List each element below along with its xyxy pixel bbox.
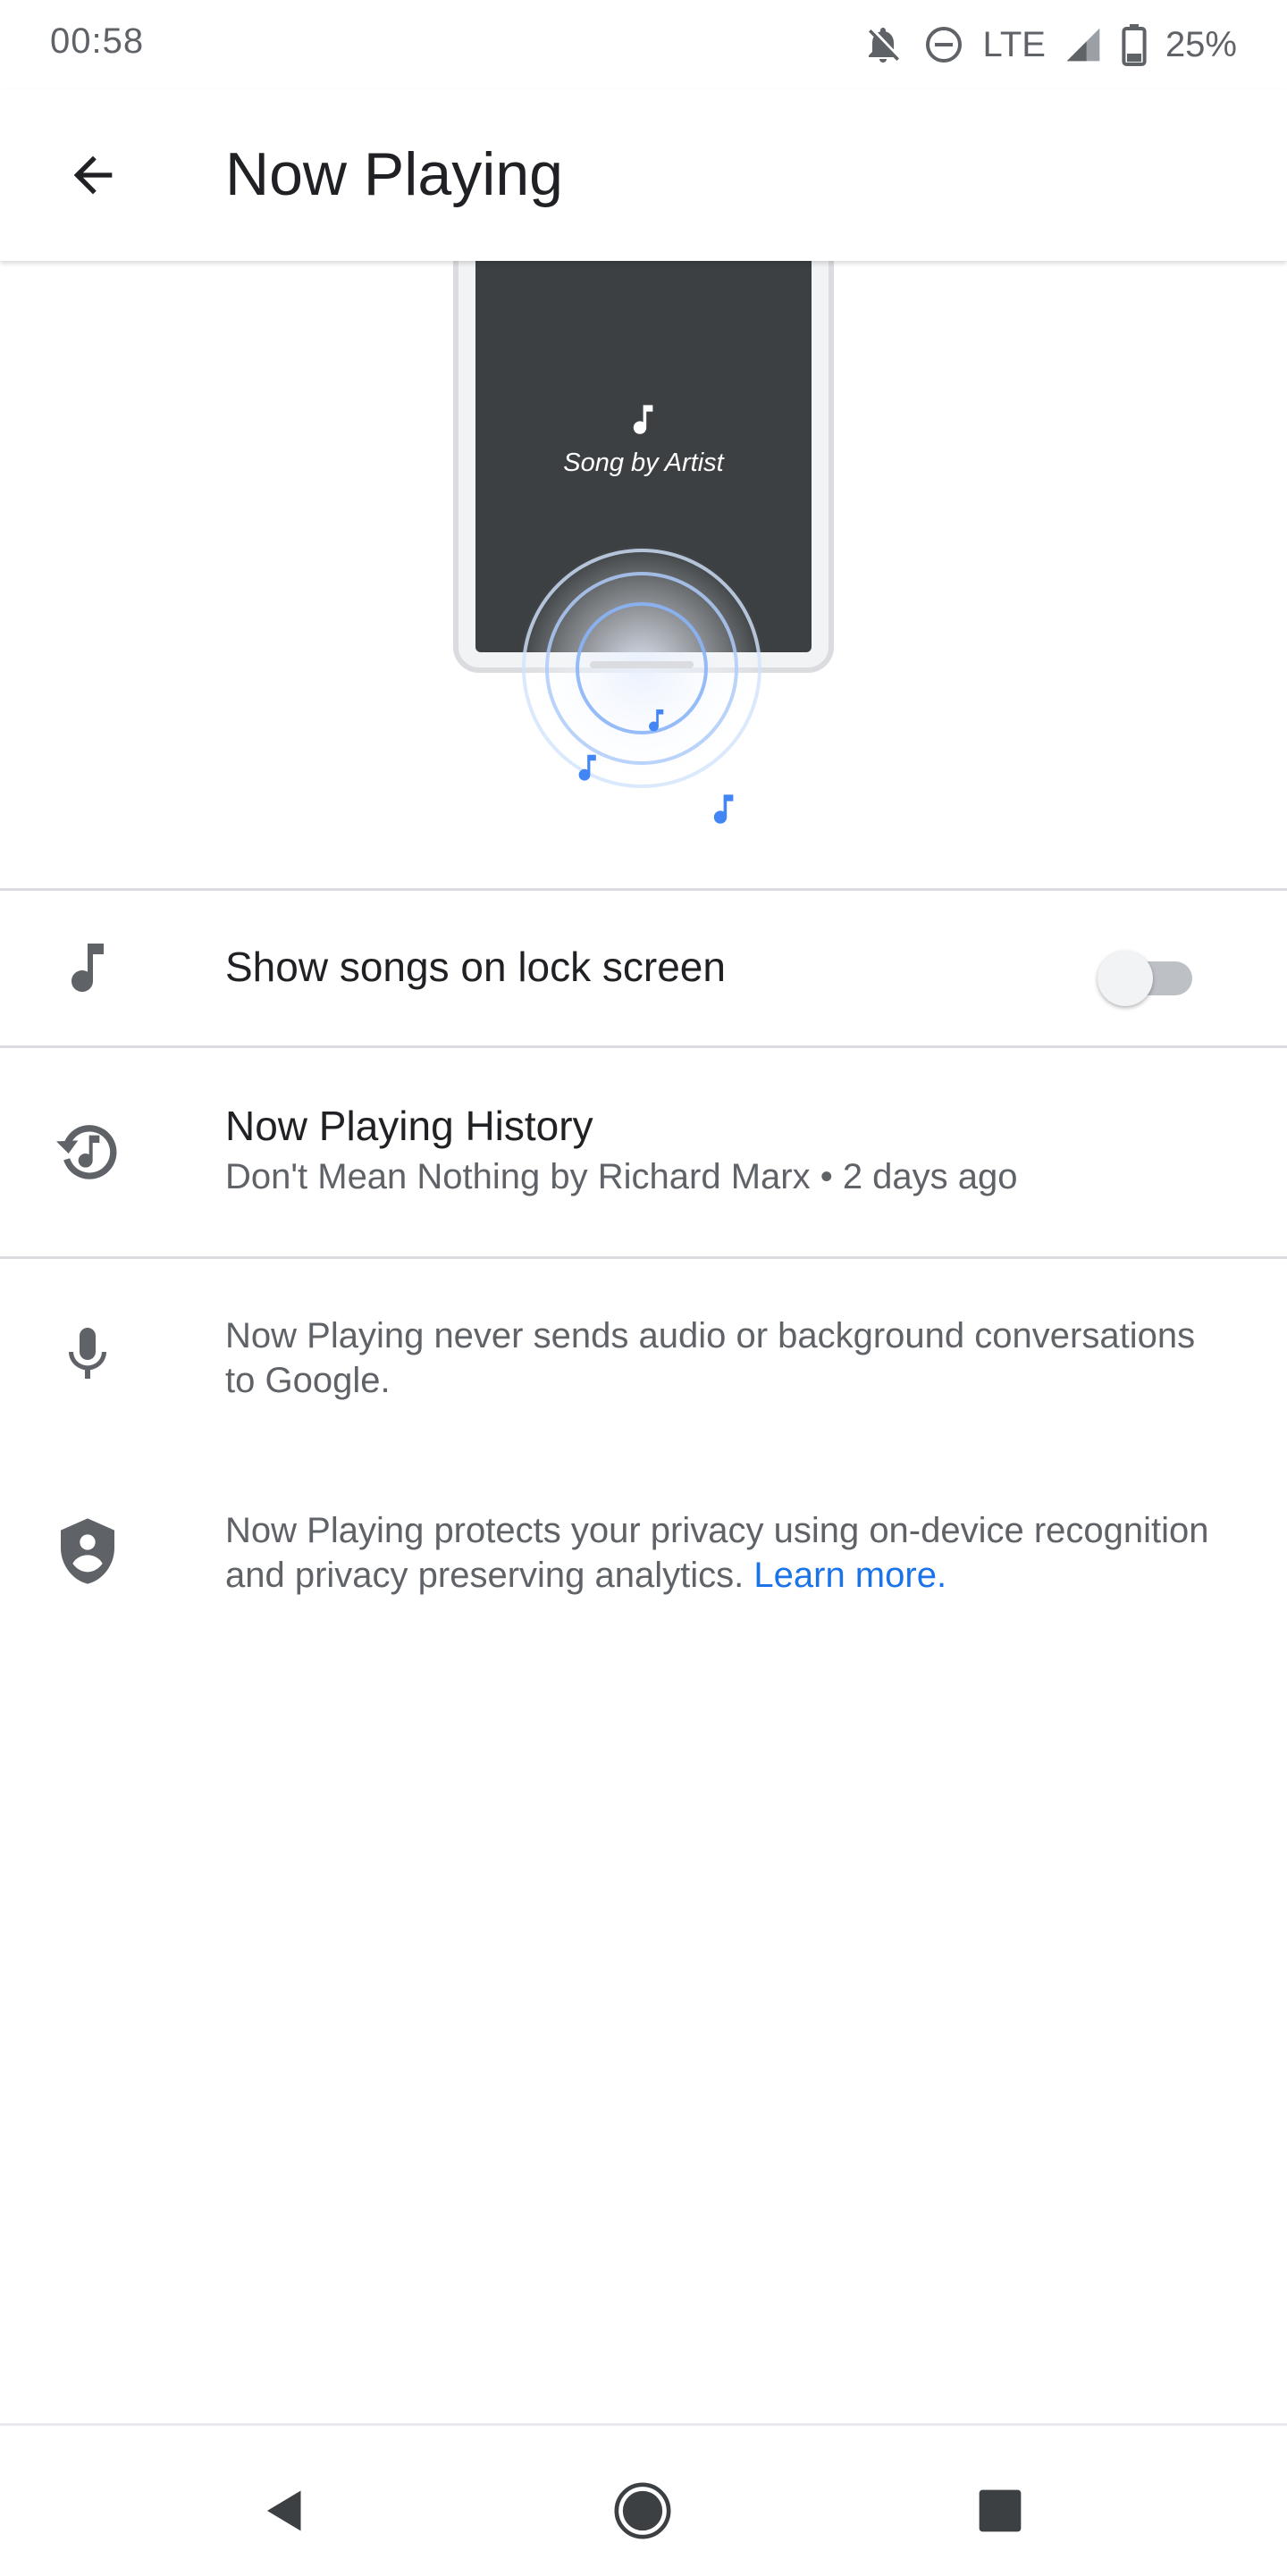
back-triangle-icon xyxy=(267,2490,301,2531)
microphone-icon xyxy=(50,1317,125,1392)
phone-illustration xyxy=(453,222,834,824)
app-bar: Now Playing xyxy=(0,89,1287,261)
nav-home-button[interactable] xyxy=(593,2462,692,2560)
battery-icon xyxy=(1121,23,1148,66)
lock-screen-label: Show songs on lock screen xyxy=(225,944,726,990)
shield-person-icon xyxy=(50,1514,125,1589)
privacy-text-block: Now Playing protects your privacy using … xyxy=(225,1508,1226,1598)
history-music-icon xyxy=(50,1114,125,1189)
nav-back-button[interactable] xyxy=(236,2462,334,2560)
arrow-back-icon xyxy=(73,155,113,195)
status-bar: 00:58 LTE 25% xyxy=(0,0,1287,89)
history-subtitle: Don't Mean Nothing by Richard Marx • 2 d… xyxy=(225,1157,1018,1196)
network-type: LTE xyxy=(982,24,1046,64)
recents-square-icon xyxy=(979,2489,1022,2532)
signal-icon xyxy=(1064,25,1103,64)
toggle-thumb xyxy=(1098,951,1153,1006)
status-time: 00:58 xyxy=(50,21,145,61)
privacy-text: Now Playing protects your privacy using … xyxy=(225,1511,1209,1595)
do-not-disturb-icon xyxy=(922,23,965,66)
history-title: Now Playing History xyxy=(225,1103,593,1149)
navigation-bar xyxy=(0,2423,1287,2576)
divider xyxy=(0,1256,1287,1259)
song-caption: Song by Artist xyxy=(563,449,724,477)
nav-recents-button[interactable] xyxy=(951,2462,1049,2560)
audio-privacy-text: Now Playing never sends audio or backgro… xyxy=(225,1316,1196,1400)
status-icons: LTE 25% xyxy=(862,18,1237,71)
music-note-icon xyxy=(713,794,734,824)
now-playing-illustration: Song by Artist xyxy=(0,222,1287,888)
battery-percent: 25% xyxy=(1165,24,1237,64)
notifications-off-icon xyxy=(862,23,904,66)
back-button[interactable] xyxy=(43,125,143,225)
learn-more-link[interactable]: Learn more. xyxy=(753,1556,946,1595)
music-note-icon xyxy=(50,930,125,1005)
lock-screen-setting-row[interactable]: Show songs on lock screen xyxy=(0,891,1287,1045)
lock-screen-toggle[interactable] xyxy=(1098,942,1205,1013)
page-title: Now Playing xyxy=(225,140,563,208)
home-circle-icon xyxy=(614,2482,671,2539)
now-playing-history-row[interactable]: Now Playing History Don't Mean Nothing b… xyxy=(0,1048,1287,1256)
